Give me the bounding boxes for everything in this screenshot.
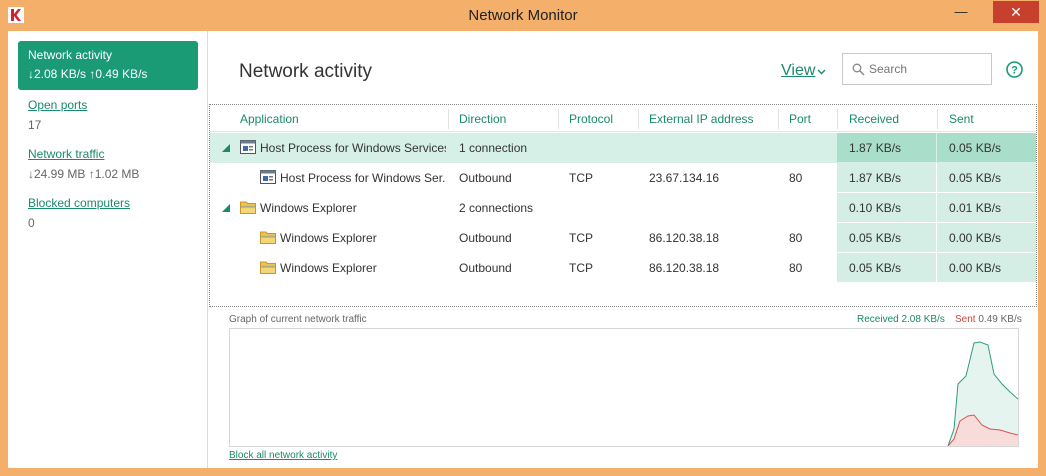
legend-sent-value: 0.49 KB/s [978, 314, 1022, 325]
sidebar-item-blocked-computers: Blocked computers 0 [28, 195, 130, 231]
sidebar-item-network-activity[interactable]: Network activity ↓2.08 KB/s ↑0.49 KB/s [18, 41, 198, 90]
help-icon[interactable]: ? [1006, 61, 1023, 78]
cell-sent: 0.00 KB/s [949, 261, 1002, 275]
title-bar[interactable]: Network Monitor — ✕ [0, 0, 1046, 31]
network-traffic-link[interactable]: Network traffic [28, 146, 139, 162]
cell-port: 80 [789, 261, 803, 275]
sidebar-item-network-traffic: Network traffic ↓24.99 MB ↑1.02 MB [28, 146, 139, 182]
svg-text:?: ? [1011, 65, 1018, 77]
column-divider[interactable] [448, 109, 449, 129]
blocked-computers-count: 0 [28, 216, 35, 230]
cell-application: Windows Explorer [280, 231, 377, 245]
col-application[interactable]: Application [240, 112, 299, 126]
network-traffic-value: ↓24.99 MB ↑1.02 MB [28, 167, 140, 181]
column-divider[interactable] [778, 109, 779, 129]
column-divider[interactable] [837, 109, 838, 129]
table-row[interactable]: Windows Explorer Outbound TCP 86.120.38.18 8… [210, 253, 1036, 283]
expand-triangle-icon[interactable] [222, 204, 230, 212]
window-title: Network Monitor [468, 7, 578, 24]
cell-received: 1.87 KB/s [849, 141, 902, 155]
cell-received: 0.05 KB/s [849, 231, 902, 245]
legend-sent: Sent 0.49 KB/s [955, 314, 1022, 325]
cell-sent: 0.05 KB/s [949, 171, 1002, 185]
graph-title: Graph of current network traffic [229, 314, 367, 325]
table-row[interactable]: Windows Explorer 2 connections 0.10 KB/s 0.… [210, 193, 1036, 223]
cell-protocol: TCP [569, 261, 593, 275]
sidebar-item-label: Network activity [28, 48, 113, 62]
expand-triangle-icon[interactable] [222, 144, 230, 152]
traffic-graph-plot [947, 341, 1019, 447]
legend-received: Received 2.08 KB/s [857, 314, 945, 325]
open-ports-link[interactable]: Open ports [28, 97, 87, 113]
cell-external-ip: 86.120.38.18 [649, 231, 720, 245]
cell-sent: 0.01 KB/s [949, 201, 1002, 215]
search-box[interactable] [842, 53, 992, 85]
column-divider[interactable] [638, 109, 639, 129]
cell-direction: 1 connection [459, 141, 528, 155]
cell-external-ip: 86.120.38.18 [649, 261, 720, 275]
table-row[interactable]: Host Process for Windows Ser... Outbound T… [210, 163, 1036, 193]
traffic-graph [229, 328, 1019, 447]
cell-direction: 2 connections [459, 201, 534, 215]
sidebar-item-value: ↓2.08 KB/s ↑0.49 KB/s [28, 67, 148, 81]
cell-application: Host Process for Windows Ser... [280, 171, 446, 185]
sidebar: Network activity ↓2.08 KB/s ↑0.49 KB/s O… [8, 31, 208, 468]
open-ports-count: 17 [28, 118, 42, 132]
search-input[interactable] [869, 60, 987, 78]
col-sent[interactable]: Sent [949, 112, 974, 126]
folder-icon [240, 200, 256, 214]
sidebar-item-open-ports: Open ports 17 [28, 97, 87, 133]
cell-application: Windows Explorer [280, 261, 377, 275]
cell-protocol: TCP [569, 171, 593, 185]
cell-external-ip: 23.67.134.16 [649, 171, 720, 185]
col-external-ip[interactable]: External IP address [649, 112, 754, 126]
cell-received: 0.05 KB/s [849, 261, 902, 275]
column-divider[interactable] [558, 109, 559, 129]
col-received[interactable]: Received [849, 112, 899, 126]
cell-sent: 0.00 KB/s [949, 231, 1002, 245]
connections-table: Application Direction Protocol External … [209, 104, 1037, 307]
block-all-network-activity-link[interactable]: Block all network activity [229, 450, 337, 461]
cell-application: Windows Explorer [260, 201, 357, 215]
network-monitor-window: Network Monitor — ✕ Network activity ↓2.… [0, 0, 1046, 476]
main-panel: Network activity View ? Application [209, 31, 1038, 468]
table-row[interactable]: Windows Explorer Outbound TCP 86.120.38.18 8… [210, 223, 1036, 253]
col-protocol[interactable]: Protocol [569, 112, 613, 126]
page-title: Network activity [239, 61, 373, 82]
cell-direction: Outbound [459, 231, 512, 245]
folder-icon [260, 230, 276, 244]
cell-port: 80 [789, 231, 803, 245]
minimize-button[interactable]: — [945, 1, 977, 23]
cell-application: Host Process for Windows Services [260, 141, 446, 155]
search-icon [852, 63, 865, 76]
client-area: Network activity ↓2.08 KB/s ↑0.49 KB/s O… [8, 31, 1038, 468]
chevron-down-icon[interactable] [817, 67, 826, 76]
cell-received: 1.87 KB/s [849, 171, 902, 185]
col-direction[interactable]: Direction [459, 112, 506, 126]
blocked-computers-link[interactable]: Blocked computers [28, 195, 130, 211]
service-icon [240, 140, 256, 154]
column-divider[interactable] [937, 109, 938, 129]
cell-protocol: TCP [569, 231, 593, 245]
table-row[interactable]: Host Process for Windows Services 1 conne… [210, 133, 1036, 163]
view-menu-link[interactable]: View [781, 62, 815, 80]
col-port[interactable]: Port [789, 112, 811, 126]
folder-icon [260, 260, 276, 274]
cell-sent: 0.05 KB/s [949, 141, 1002, 155]
cell-port: 80 [789, 171, 803, 185]
service-icon [260, 170, 276, 184]
legend-sent-label: Sent [955, 314, 976, 325]
cell-direction: Outbound [459, 171, 512, 185]
table-header: Application Direction Protocol External … [210, 105, 1036, 132]
cell-direction: Outbound [459, 261, 512, 275]
close-button[interactable]: ✕ [993, 1, 1039, 23]
cell-received: 0.10 KB/s [849, 201, 902, 215]
